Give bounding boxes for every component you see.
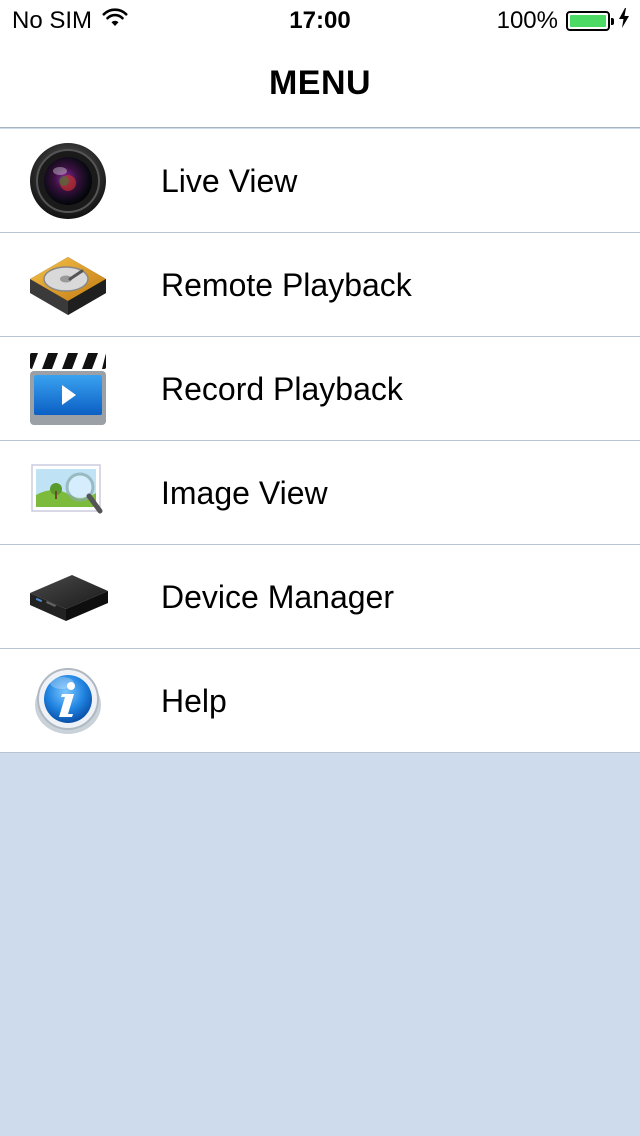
menu-item-live-view[interactable]: Live View <box>0 129 640 233</box>
status-right: 100% <box>497 7 630 35</box>
status-bar: No SIM 17:00 100% <box>0 0 640 40</box>
battery-fill <box>570 15 606 27</box>
nav-bar: MENU <box>0 40 640 128</box>
menu-item-device-manager[interactable]: Device Manager <box>0 545 640 649</box>
info-icon <box>26 661 110 741</box>
page-title: MENU <box>268 64 372 102</box>
charging-bolt-icon <box>618 7 630 35</box>
battery-icon <box>566 11 614 31</box>
menu-item-record-playback[interactable]: Record Playback <box>0 337 640 441</box>
battery-percent: 100% <box>496 7 558 34</box>
menu-item-image-view[interactable]: Image View <box>0 441 640 545</box>
battery-tip <box>611 18 614 25</box>
menu-item-label: Help <box>161 682 227 719</box>
menu-list: Live View Remote Playback Record Playbac… <box>0 129 640 753</box>
clapperboard-icon <box>26 349 110 429</box>
image-magnifier-icon <box>26 453 110 533</box>
menu-item-remote-playback[interactable]: Remote Playback <box>0 233 640 337</box>
menu-item-label: Image View <box>161 474 328 511</box>
menu-item-label: Live View <box>161 162 298 199</box>
hard-drive-icon <box>26 245 110 325</box>
menu-item-label: Record Playback <box>161 370 403 407</box>
menu-item-label: Remote Playback <box>161 266 412 303</box>
menu-item-label: Device Manager <box>161 578 394 615</box>
menu-item-help[interactable]: Help <box>0 649 640 753</box>
camera-lens-icon <box>26 141 110 221</box>
dvr-device-icon <box>26 557 110 637</box>
screen: No SIM 17:00 100% MENU Live View Remote … <box>0 0 640 1136</box>
